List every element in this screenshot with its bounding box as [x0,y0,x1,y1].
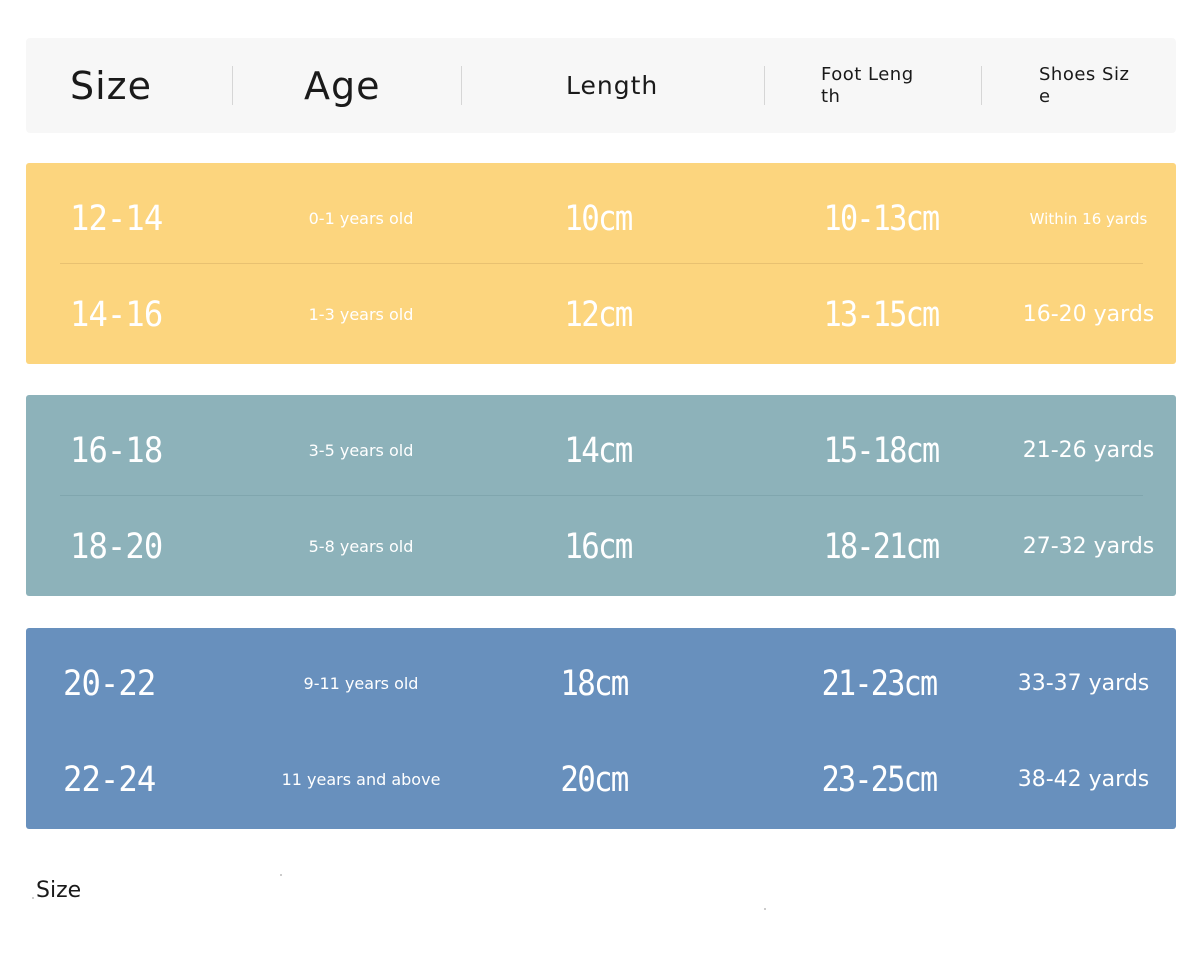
cell-length: 10cm [564,199,633,239]
size-group-1: 12-14 0-1 years old 10cm 10-13cm Within … [26,163,1176,364]
decorative-speck [764,908,766,910]
cell-age: 5-8 years old [308,537,414,556]
cell-age: 1-3 years old [308,305,414,324]
cell-length: 14cm [564,431,633,471]
cell-foot-length: 13-15cm [823,295,941,335]
cell-age: 11 years and above [281,770,441,789]
cell-age: 9-11 years old [303,674,419,693]
table-row: 16-18 3-5 years old 14cm 15-18cm 21-26 y… [26,403,1176,499]
footer-size-label: Size [36,878,82,903]
cell-shoes-size: 27-32 yards [1022,534,1155,559]
cell-foot-length: 10-13cm [823,199,941,239]
cell-length: 20cm [560,760,629,800]
table-row: 20-22 9-11 years old 18cm 21-23cm 33-37 … [26,636,1176,732]
table-row: 18-20 5-8 years old 16cm 18-21cm 27-32 y… [26,499,1176,595]
decorative-speck [32,897,34,899]
header-foot-length: Foot Length [821,63,914,107]
cell-shoes-size: 33-37 yards [1017,671,1150,696]
table-row: 14-16 1-3 years old 12cm 13-15cm 16-20 y… [26,267,1176,363]
header-divider [981,66,982,105]
cell-age: 0-1 years old [308,209,414,228]
decorative-speck [280,874,282,876]
cell-shoes-size: 38-42 yards [1017,767,1150,792]
cell-shoes-size: 16-20 yards [1022,302,1155,327]
cell-shoes-size: Within 16 yards [1029,209,1148,228]
cell-length: 18cm [560,664,629,704]
cell-size: 12-14 [70,199,163,239]
size-chart-header: Size Age Length Foot Length Shoes Size [26,38,1176,133]
table-row: 22-24 11 years and above 20cm 23-25cm 38… [26,732,1176,828]
cell-size: 20-22 [63,664,156,704]
cell-size: 18-20 [70,527,163,567]
header-divider [461,66,462,105]
row-divider [60,495,1143,496]
cell-size: 22-24 [63,760,156,800]
header-shoes-size: Shoes Size [1039,63,1130,107]
size-group-2: 16-18 3-5 years old 14cm 15-18cm 21-26 y… [26,395,1176,596]
cell-age: 3-5 years old [308,441,414,460]
header-divider [232,66,233,105]
cell-size: 16-18 [70,431,163,471]
cell-foot-length: 15-18cm [823,431,941,471]
cell-foot-length: 21-23cm [821,664,939,704]
cell-size: 14-16 [70,295,163,335]
cell-foot-length: 18-21cm [823,527,941,567]
header-age: Age [304,63,381,108]
row-divider [60,263,1143,264]
cell-shoes-size: 21-26 yards [1022,438,1155,463]
cell-length: 16cm [564,527,633,567]
table-row: 12-14 0-1 years old 10cm 10-13cm Within … [26,171,1176,267]
size-group-3: 20-22 9-11 years old 18cm 21-23cm 33-37 … [26,628,1176,829]
header-length: Length [566,71,659,100]
header-size: Size [70,63,153,108]
cell-foot-length: 23-25cm [821,760,939,800]
header-divider [764,66,765,105]
cell-length: 12cm [564,295,633,335]
